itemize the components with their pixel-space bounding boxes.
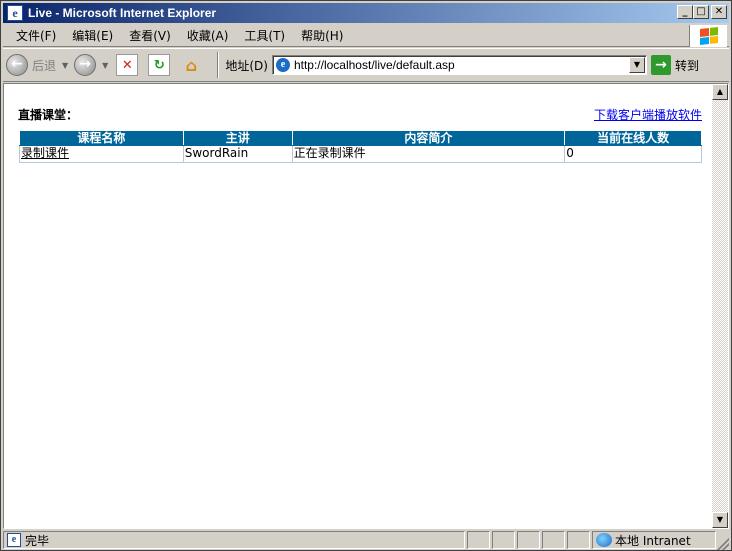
- web-page: 直播课堂： 下载客户端播放软件 课程名称 主讲 内容简介 当前在线人数 录制课件…: [4, 84, 712, 528]
- live-course-table: 课程名称 主讲 内容简介 当前在线人数 录制课件 SwordRain 正在录制课…: [19, 130, 702, 163]
- description-cell: 正在录制课件: [291, 145, 566, 163]
- close-button[interactable]: ✕: [711, 5, 727, 19]
- table-header-row: 课程名称 主讲 内容简介 当前在线人数: [19, 130, 702, 146]
- column-header: 课程名称: [19, 130, 184, 146]
- back-label: 后退: [32, 58, 57, 73]
- back-button[interactable]: ← 后退 ▼: [3, 51, 71, 79]
- go-arrow-icon: →: [650, 55, 671, 75]
- zone-text: 本地 Intranet: [615, 533, 691, 548]
- download-client-link[interactable]: 下载客户端播放软件: [594, 106, 702, 123]
- menu-tools[interactable]: 工具(T): [236, 26, 293, 46]
- menu-help[interactable]: 帮助(H): [293, 26, 351, 46]
- toolbar-separator: [217, 52, 220, 78]
- address-label: 地址(D): [225, 58, 268, 73]
- lecturer-cell: SwordRain: [182, 145, 293, 163]
- menu-file[interactable]: 文件(F): [3, 26, 64, 46]
- status-bar: e 完毕 本地 Intranet: [3, 530, 729, 550]
- vertical-scrollbar[interactable]: ▲ ▼: [712, 84, 728, 528]
- status-panel: e 完毕: [3, 531, 465, 549]
- refresh-button[interactable]: ↻: [148, 54, 171, 76]
- status-cell: [542, 531, 565, 549]
- security-zone[interactable]: 本地 Intranet: [592, 531, 716, 549]
- go-button[interactable]: → 转到: [650, 55, 699, 75]
- address-dropdown-icon[interactable]: ▼: [628, 57, 645, 73]
- menu-favorites[interactable]: 收藏(A): [179, 26, 237, 46]
- status-cell: [467, 531, 490, 549]
- home-button[interactable]: ⌂: [180, 54, 202, 76]
- page-done-icon: e: [7, 533, 21, 547]
- minimize-button[interactable]: _: [677, 5, 693, 19]
- go-label: 转到: [674, 58, 699, 73]
- address-bar[interactable]: e http://localhost/live/default.asp ▼: [271, 55, 647, 75]
- windows-flag-icon: [699, 27, 718, 45]
- ie-icon[interactable]: e: [7, 5, 23, 21]
- forward-dropdown-icon[interactable]: ▼: [102, 61, 108, 70]
- table-row: 录制课件 SwordRain 正在录制课件 0: [19, 145, 702, 163]
- forward-arrow-icon: →: [74, 54, 97, 76]
- page-heading: 直播课堂：: [18, 108, 79, 122]
- status-cell: [517, 531, 540, 549]
- column-header: 内容简介: [291, 130, 566, 146]
- course-link[interactable]: 录制课件: [21, 146, 69, 160]
- title-bar[interactable]: e Live - Microsoft Internet Explorer _ □…: [3, 3, 729, 23]
- window-controls: _ □ ✕: [677, 5, 727, 19]
- toolbar: ← 后退 ▼ → ▼ ✕ ↻ ⌂ 地址(D) e http://localhos…: [3, 48, 729, 82]
- online-count-cell: 0: [564, 145, 702, 163]
- scroll-up-icon[interactable]: ▲: [712, 84, 728, 100]
- menu-edit[interactable]: 编辑(E): [64, 26, 121, 46]
- intranet-icon: [596, 533, 612, 547]
- back-dropdown-icon[interactable]: ▼: [62, 61, 68, 70]
- scroll-down-icon[interactable]: ▼: [712, 512, 728, 528]
- course-name-cell: 录制课件: [19, 145, 184, 163]
- page-icon: e: [275, 58, 290, 72]
- windows-logo: [689, 25, 727, 47]
- status-cell: [492, 531, 515, 549]
- column-header: 主讲: [182, 130, 293, 146]
- stop-button[interactable]: ✕: [116, 54, 139, 76]
- status-text: 完毕: [25, 533, 50, 548]
- menu-view[interactable]: 查看(V): [121, 26, 179, 46]
- back-arrow-icon: ←: [6, 54, 28, 76]
- column-header: 当前在线人数: [564, 130, 702, 146]
- status-cell: [567, 531, 590, 549]
- forward-button[interactable]: → ▼: [71, 51, 111, 79]
- content-frame: 直播课堂： 下载客户端播放软件 课程名称 主讲 内容简介 当前在线人数 录制课件…: [3, 83, 729, 529]
- browser-window: e Live - Microsoft Internet Explorer _ □…: [0, 0, 732, 551]
- address-input[interactable]: http://localhost/live/default.asp: [294, 58, 455, 72]
- menu-bar: 文件(F) 编辑(E) 查看(V) 收藏(A) 工具(T) 帮助(H): [3, 25, 729, 47]
- window-title: Live - Microsoft Internet Explorer: [28, 6, 217, 20]
- maximize-button[interactable]: □: [693, 5, 709, 19]
- resize-grip-icon[interactable]: [717, 538, 729, 550]
